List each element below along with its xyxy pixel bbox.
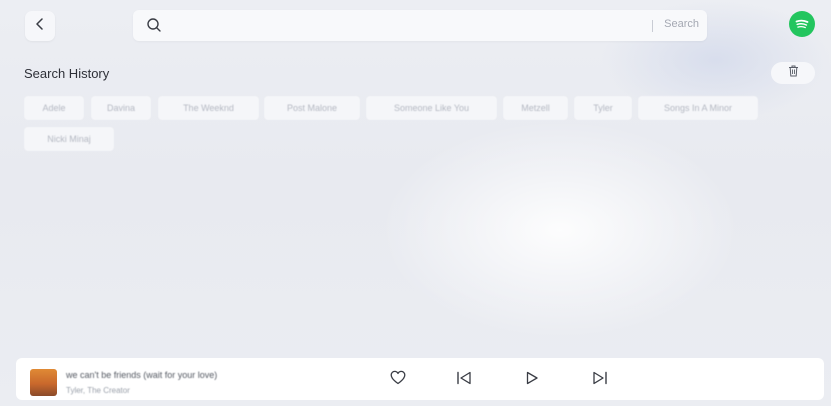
chevron-left-icon <box>35 17 45 35</box>
play-icon <box>525 371 539 390</box>
now-playing-bar: we can't be friends (wait for your love)… <box>16 358 824 400</box>
track-artist[interactable]: Tyler, The Creator <box>66 386 130 395</box>
search-button[interactable]: Search <box>664 18 699 30</box>
skip-previous-icon <box>456 371 472 390</box>
history-chip[interactable]: The Weeknd <box>158 96 259 120</box>
like-button[interactable] <box>388 370 408 390</box>
background-glow <box>380 120 740 340</box>
history-chip[interactable]: Post Malone <box>264 96 360 120</box>
history-chip[interactable]: Nicki Minaj <box>24 127 114 151</box>
history-chip[interactable]: Songs In A Minor <box>638 96 758 120</box>
play-button[interactable] <box>522 370 542 390</box>
history-chip[interactable]: Metzell <box>503 96 568 120</box>
previous-track-button[interactable] <box>454 370 474 390</box>
history-chip[interactable]: Someone Like You <box>366 96 497 120</box>
trash-icon <box>788 64 799 82</box>
search-history-title: Search History <box>24 66 110 81</box>
skip-next-icon <box>592 371 608 390</box>
album-cover[interactable] <box>30 369 57 396</box>
back-button[interactable] <box>25 11 55 41</box>
history-chip[interactable]: Tyler <box>574 96 632 120</box>
search-bar[interactable]: Search <box>133 10 707 41</box>
spotify-icon[interactable] <box>789 11 815 37</box>
search-input[interactable] <box>169 16 639 35</box>
search-icon <box>146 17 162 33</box>
track-title[interactable]: we can't be friends (wait for your love) <box>66 370 217 380</box>
clear-history-button[interactable] <box>771 62 815 84</box>
search-divider <box>652 20 653 32</box>
history-chip[interactable]: Adele <box>24 96 84 120</box>
history-chip[interactable]: Davina <box>91 96 151 120</box>
heart-icon <box>390 370 406 390</box>
next-track-button[interactable] <box>590 370 610 390</box>
